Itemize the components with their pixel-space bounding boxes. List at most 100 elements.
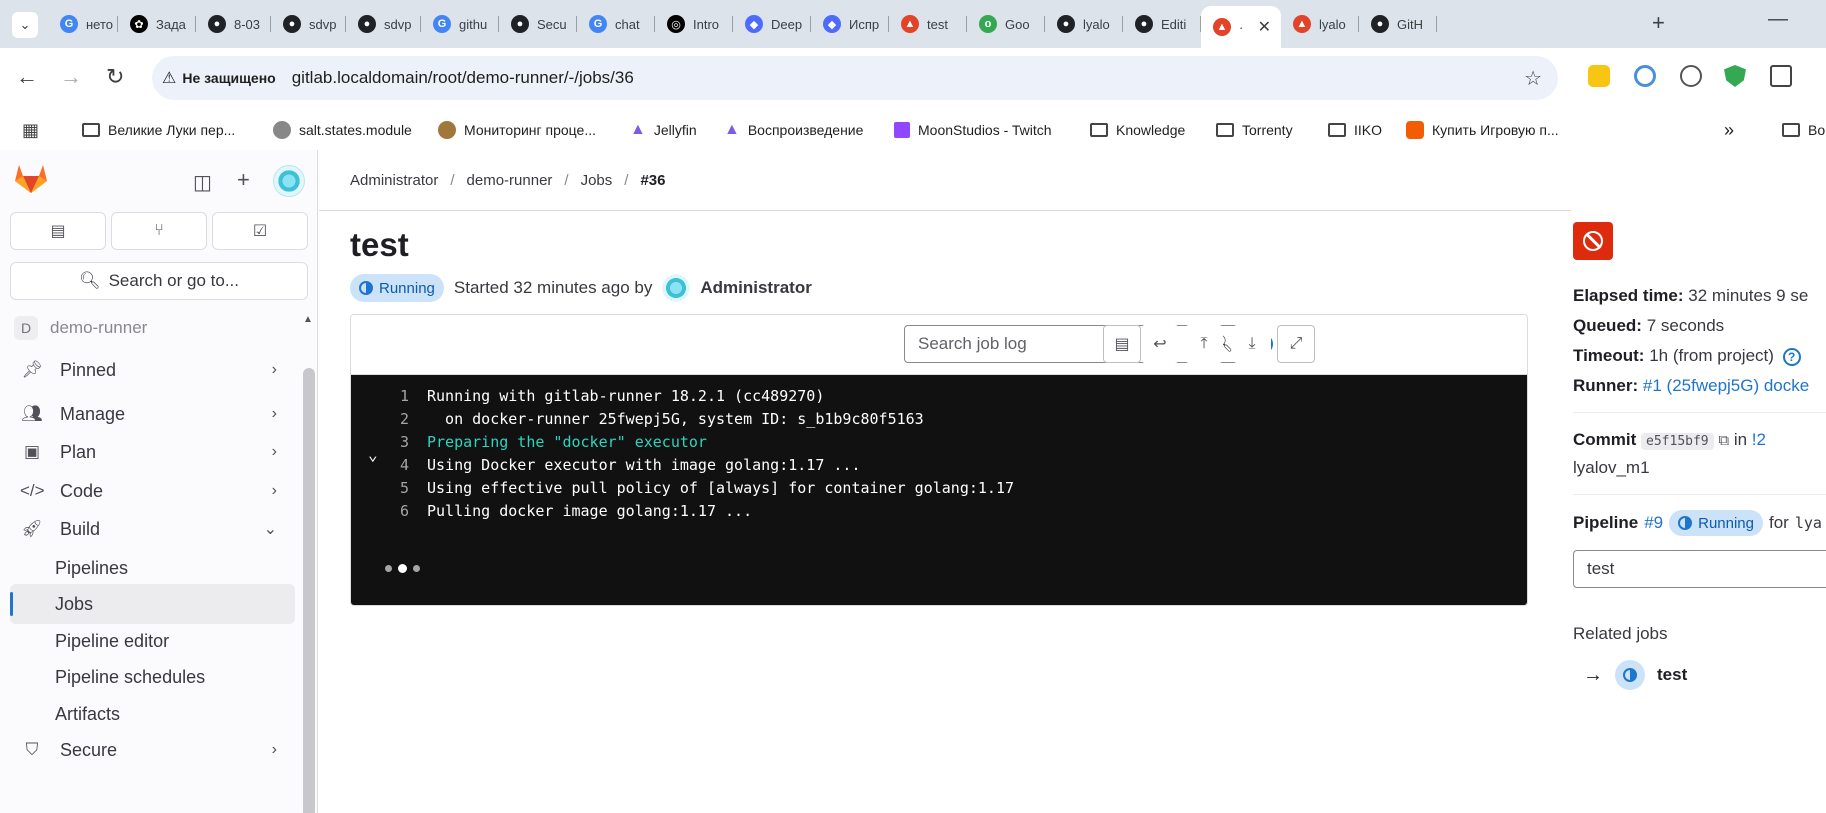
more-bookmarks-icon[interactable]: » (1724, 110, 1734, 150)
browser-tab[interactable]: ● 8-03 (196, 6, 271, 42)
bookmark-item[interactable]: Во (1782, 110, 1825, 150)
merge-request-link[interactable]: !2 (1752, 430, 1766, 449)
breadcrumb-jobs[interactable]: Jobs (581, 172, 613, 189)
sidebar-item-pipeline-schedules[interactable]: Pipeline schedules (10, 657, 295, 697)
browser-tab[interactable]: ▲ lyalo (1281, 6, 1359, 42)
bookmark-item[interactable]: salt.states.module (273, 110, 412, 150)
sidebar-item-artifacts[interactable]: Artifacts (10, 694, 295, 734)
bookmark-item[interactable]: Купить Игровую п... (1406, 110, 1559, 150)
show-raw-button[interactable]: ▤ (1103, 325, 1141, 363)
browser-tab[interactable]: Ggithu (421, 6, 499, 42)
breadcrumb-job-id[interactable]: #36 (640, 172, 665, 189)
log-line-number[interactable]: 4 (351, 456, 427, 474)
help-icon[interactable]: ? (1782, 348, 1801, 366)
copy-icon[interactable]: ⧉ (1718, 432, 1729, 449)
url-text[interactable]: gitlab.localdomain/root/demo-runner/-/jo… (292, 68, 634, 88)
extensions-puzzle-icon[interactable] (1770, 65, 1792, 87)
create-new-icon[interactable]: + (237, 167, 250, 193)
bookmark-item[interactable]: Мониторинг проце... (438, 110, 596, 150)
tab-search-chevron-icon[interactable]: ⌄ (12, 12, 38, 38)
user-avatar[interactable] (273, 165, 305, 197)
related-job-item[interactable]: → test (1583, 660, 1687, 690)
browser-tab[interactable]: ◆ Испр (811, 6, 889, 42)
bookmark-item[interactable]: ▲ Воспроизведение (724, 110, 863, 150)
browser-tab[interactable]: ● sdvp (271, 6, 346, 42)
browser-tab[interactable]: ◎ Intro (655, 6, 733, 42)
extension-globe-icon[interactable] (1680, 65, 1702, 87)
sidebar-item-pinned[interactable]: 📌︎ Pinned › (10, 350, 295, 390)
back-arrow-icon[interactable]: ← (16, 64, 38, 90)
runner-link[interactable]: #1 (25fwepj5G) docke (1643, 376, 1809, 395)
gitlab-logo-icon[interactable] (14, 162, 48, 194)
browser-tab[interactable]: Gchat (577, 6, 655, 42)
bookmark-item[interactable]: ▲ Jellyfin (630, 110, 697, 150)
scroll-up-arrow-icon[interactable]: ▲ (303, 314, 313, 325)
extension-ring-icon[interactable] (1634, 65, 1656, 87)
sidebar-item-jobs[interactable]: Jobs (10, 584, 295, 624)
scroll-to-bottom-button[interactable]: ⤓ (1233, 325, 1271, 363)
browser-tab[interactable]: ● GitH (1359, 6, 1437, 42)
browser-tab[interactable]: ◆ Deep (733, 6, 811, 42)
cancel-job-button[interactable] (1573, 222, 1613, 260)
sidebar-item-secure[interactable]: ⛉ Secure › (10, 730, 295, 770)
address-bar[interactable]: ⚠ Не защищено gitlab.localdomain/root/de… (152, 56, 1558, 100)
log-line-text: Using Docker executor with image golang:… (427, 456, 861, 474)
bookmark-star-icon[interactable]: ☆ (1524, 66, 1542, 91)
extension-shield-icon[interactable] (1724, 65, 1746, 87)
new-tab-button[interactable]: + (1652, 10, 1665, 36)
log-line-number[interactable]: 2 (351, 410, 427, 428)
bookmark-item[interactable]: Torrenty (1216, 110, 1293, 150)
browser-tab[interactable]: ● Editi (1123, 6, 1201, 42)
log-line-number[interactable]: 3 (351, 433, 427, 451)
bookmark-item[interactable]: Knowledge (1090, 110, 1185, 150)
stage-job-dropdown[interactable]: test (1573, 550, 1826, 588)
sidebar-item-plan[interactable]: ▣ Plan › (10, 432, 295, 472)
browser-tab[interactable]: ● lyalo (1045, 6, 1123, 42)
close-tab-icon[interactable]: ✕ (1258, 17, 1271, 37)
log-line-number[interactable]: 1 (351, 387, 427, 405)
tab-favicon-icon: ▲ (1213, 18, 1231, 36)
sidebar-scrollbar[interactable] (303, 368, 315, 813)
reload-icon[interactable]: ↻ (106, 64, 124, 90)
bookmark-item[interactable]: MoonStudios - Twitch (894, 110, 1052, 150)
pipeline-link[interactable]: #9 (1644, 513, 1663, 533)
merge-requests-button[interactable]: ⑂ (111, 212, 207, 250)
started-by-user[interactable]: Administrator (700, 278, 811, 298)
scroll-to-top-button[interactable]: ⤒ (1185, 325, 1223, 363)
pipeline-ref[interactable]: lya (1795, 514, 1822, 532)
breadcrumb-administrator[interactable]: Administrator (350, 172, 438, 189)
sidebar-item-build[interactable]: 🚀︎ Build ⌄ (10, 509, 295, 549)
browser-tab[interactable]: Gнето (48, 6, 118, 42)
status-badge[interactable]: Running (350, 274, 444, 302)
browser-tab[interactable]: о Goo (967, 6, 1045, 42)
not-secure-chip[interactable]: ⚠ Не защищено (162, 68, 276, 88)
avatar[interactable] (662, 274, 691, 302)
sidebar-item-code[interactable]: </> Code › (10, 471, 295, 511)
bookmark-item[interactable]: IIKO (1328, 110, 1382, 150)
todo-button[interactable]: ☑ (212, 212, 308, 250)
breadcrumb-project[interactable]: demo-runner (467, 172, 553, 189)
browser-tab[interactable]: ▲ · ✕ (1201, 6, 1281, 48)
log-line-number[interactable]: 6 (351, 502, 427, 520)
sidebar-item-pipeline-editor[interactable]: Pipeline editor (10, 621, 295, 661)
log-line-number[interactable]: 5 (351, 479, 427, 497)
commit-sha[interactable]: e5f15bf9 (1641, 433, 1714, 450)
extension-keep-icon[interactable] (1588, 65, 1610, 87)
wrap-lines-button[interactable]: ↩ (1141, 325, 1179, 363)
browser-tab[interactable]: ✿ Зада (118, 6, 196, 42)
browser-tab[interactable]: ● Secu (499, 6, 577, 42)
issues-button[interactable]: ▤ (10, 212, 106, 250)
browser-tab[interactable]: ▲ test (889, 6, 967, 42)
fullscreen-button[interactable]: ⤢ (1277, 325, 1315, 363)
apps-grid-icon[interactable]: ▦ (22, 110, 39, 150)
pipeline-status-badge[interactable]: Running (1669, 510, 1763, 536)
sidebar-item-manage[interactable]: 👥︎ Manage › (10, 394, 295, 434)
browser-tab[interactable]: ● sdvp (346, 6, 421, 42)
search-or-go-to-button[interactable]: 🔍︎ Search or go to... (10, 262, 308, 300)
minimize-window-button[interactable]: — (1768, 8, 1788, 31)
project-link[interactable]: D demo-runner (14, 316, 147, 340)
sidebar-item-pipelines[interactable]: Pipelines (10, 548, 295, 588)
forward-arrow-icon[interactable]: → (60, 64, 82, 90)
bookmark-item[interactable]: Великие Луки пер... (82, 110, 235, 150)
sidebar-toggle-icon[interactable]: ◫ (193, 170, 212, 195)
